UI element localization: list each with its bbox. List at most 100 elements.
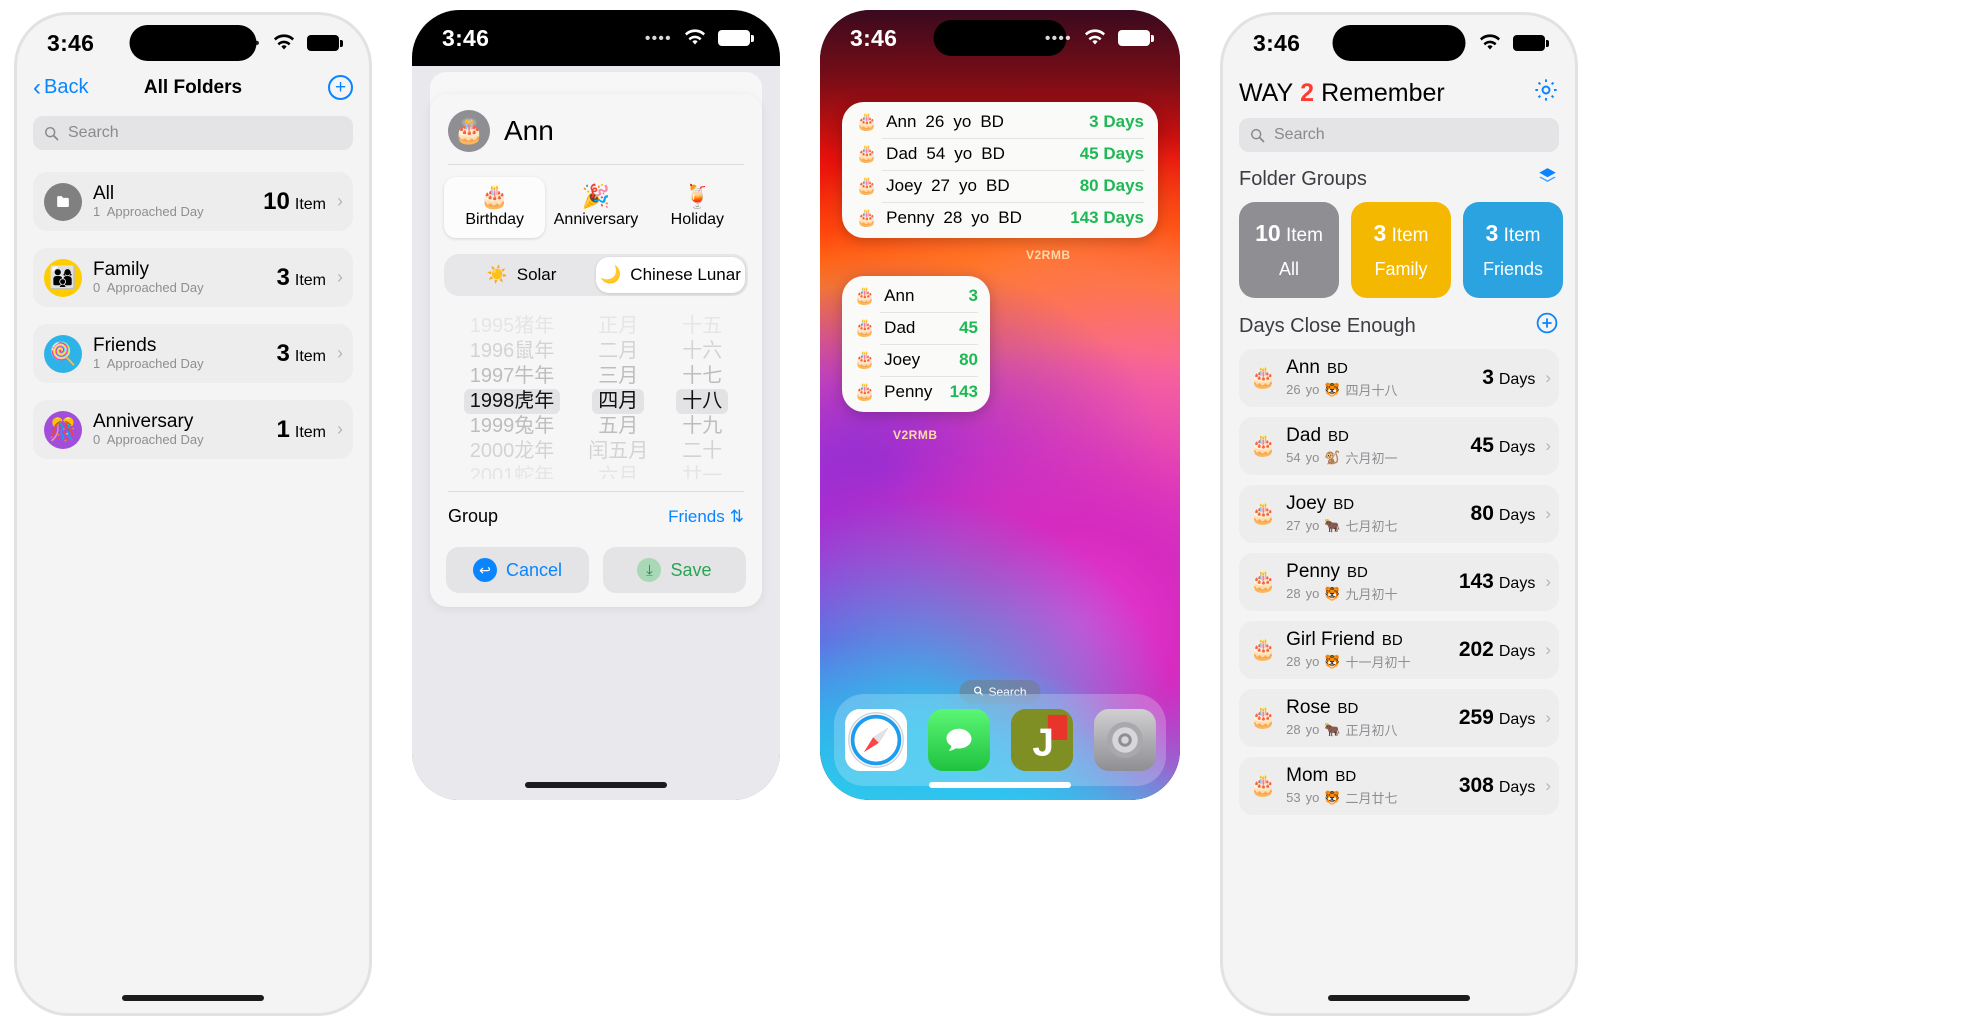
day-row[interactable]: 🎂 Joey BD 27 yo 🐂 七月初七 80 Days ›: [1239, 485, 1559, 543]
picker-item[interactable]: 十七: [676, 364, 728, 389]
segment-anniversary[interactable]: 🎉 Anniversary: [545, 177, 646, 238]
folder-group-card[interactable]: 3 Item Friends: [1463, 202, 1563, 298]
settings-app-icon[interactable]: [1093, 709, 1156, 771]
picker-item[interactable]: 2001蛇年: [464, 464, 561, 479]
folder-unit: Item: [294, 195, 326, 213]
widget-row: 🎂 Penny 143: [854, 376, 978, 408]
cancel-button[interactable]: ↩ Cancel: [446, 547, 589, 593]
picker-item[interactable]: 十六: [676, 339, 728, 364]
day-row[interactable]: 🎂 Ann BD 26 yo 🐯 四月十八 3 Days ›: [1239, 349, 1559, 407]
folder-group-card[interactable]: 3 Item Family: [1351, 202, 1451, 298]
picker-column-year[interactable]: 1995猪年 1996鼠年 1997牛年 1998虎年 1999兔年 2000龙…: [463, 314, 561, 479]
picker-item-selected[interactable]: 1998虎年: [463, 389, 561, 414]
safari-app-icon[interactable]: [844, 709, 907, 771]
cancel-label: Cancel: [505, 559, 563, 580]
picker-item[interactable]: 二十: [676, 439, 728, 464]
widget-birthdays-large[interactable]: 🎂 Ann 26 yo BD 3 Days 🎂 Dad 54 yo BD 45 …: [842, 102, 1158, 238]
group-row[interactable]: Group Friends ⇅: [430, 492, 762, 531]
wifi-icon: [1478, 34, 1502, 52]
add-folder-button[interactable]: +: [328, 75, 353, 100]
notes-app-icon[interactable]: J: [1010, 709, 1073, 771]
status-bar-panel2: 3:46 ••••: [412, 10, 780, 66]
entry-subtitle: 26 yo 🐯 四月十八: [1286, 381, 1398, 399]
folder-subtitle: 0 Approached Day: [93, 280, 204, 296]
picker-item[interactable]: 十九: [676, 414, 728, 439]
folder-unit: Item: [294, 347, 326, 365]
group-value-picker[interactable]: Friends ⇅: [668, 507, 744, 527]
plus-circle-icon[interactable]: [1535, 311, 1559, 341]
name-field[interactable]: Ann: [504, 115, 554, 147]
folder-row-anniversary[interactable]: 🎊 Anniversary 0 Approached Day 1 Item ›: [33, 400, 353, 459]
undo-icon: ↩: [472, 558, 497, 582]
day-row[interactable]: 🎂 Dad BD 54 yo 🐒 六月初一 45 Days ›: [1239, 417, 1559, 475]
widget-birthdays-small[interactable]: 🎂 Ann 3 🎂 Dad 45 🎂 Joey 80 🎂 Penny 143: [842, 276, 990, 412]
battery-icon: [307, 35, 343, 51]
segment-holiday[interactable]: 🍹 Holiday: [647, 177, 748, 238]
days-unit: Days: [1498, 507, 1536, 524]
widget-row: 🎂 Ann 3: [854, 280, 978, 312]
save-button[interactable]: ⤓ Save: [603, 547, 746, 593]
days-unit: Days: [1498, 643, 1536, 660]
folder-groups-carousel[interactable]: 10 Item All 3 Item Family 3 Item Friends…: [1223, 202, 1575, 298]
days-unit: Days: [1498, 439, 1536, 456]
picker-item[interactable]: 1999兔年: [464, 414, 561, 439]
segment-solar[interactable]: ☀️ Solar: [447, 257, 596, 293]
zodiac-icon: 🐒: [1324, 449, 1341, 465]
segment-birthday[interactable]: 🎂 Birthday: [444, 177, 546, 238]
widget-name: Ann: [884, 286, 915, 305]
picker-item-selected[interactable]: 十八: [676, 389, 729, 414]
picker-item[interactable]: 十五: [676, 314, 728, 339]
widget-days: 143 Days: [1070, 208, 1144, 227]
picker-item[interactable]: 闰五月: [582, 439, 654, 464]
status-time: 3:46: [1253, 29, 1301, 56]
plus-circle-icon: +: [328, 75, 353, 100]
lunar-date-picker[interactable]: 1995猪年 1996鼠年 1997牛年 1998虎年 1999兔年 2000龙…: [430, 314, 762, 479]
picker-item[interactable]: 五月: [592, 414, 644, 439]
folder-count: 3: [276, 263, 290, 291]
home-indicator: [525, 782, 667, 788]
picker-item[interactable]: 1996鼠年: [464, 339, 561, 364]
day-row[interactable]: 🎂 Mom BD 53 yo 🐯 二月廿七 308 Days ›: [1239, 757, 1559, 815]
tropical-drink-icon: 🍹: [683, 183, 712, 209]
days-count: 259: [1458, 706, 1494, 729]
picker-item[interactable]: 廿一: [676, 464, 728, 479]
days-count: 143: [1458, 570, 1494, 593]
widget-days: 80 Days: [1079, 176, 1144, 195]
layers-icon[interactable]: [1536, 165, 1559, 194]
cake-icon: 🎂: [1250, 638, 1277, 661]
picker-item[interactable]: 1995猪年: [464, 314, 561, 339]
day-row[interactable]: 🎂 Penny BD 28 yo 🐯 九月初十 143 Days ›: [1239, 553, 1559, 611]
cake-icon: 🎂: [854, 286, 876, 305]
day-row[interactable]: 🎂 Girl Friend BD 28 yo 🐯 十一月初十 202 Days ›: [1239, 621, 1559, 679]
picker-item[interactable]: 三月: [592, 364, 644, 389]
entry-subtitle: 28 yo 🐯 九月初十: [1286, 585, 1398, 603]
day-row[interactable]: 🎂 Rose BD 28 yo 🐂 正月初八 259 Days ›: [1239, 689, 1559, 747]
segment-label: Birthday: [465, 211, 525, 228]
picker-item[interactable]: 2000龙年: [464, 439, 561, 464]
days-count: 308: [1458, 774, 1494, 797]
section-title: Days Close Enough: [1239, 314, 1416, 337]
picker-item[interactable]: 正月: [592, 314, 644, 339]
status-time: 3:46: [47, 29, 95, 56]
segment-chinese-lunar[interactable]: 🌙 Chinese Lunar: [596, 257, 745, 293]
settings-gear-button[interactable]: [1533, 77, 1559, 110]
picker-item-selected[interactable]: 四月: [592, 389, 645, 414]
folder-row-all[interactable]: All 1 Approached Day 10 Item ›: [33, 172, 353, 231]
folder-count: 3: [276, 339, 290, 367]
search-input[interactable]: Search: [33, 116, 353, 150]
chevron-right-icon: ›: [337, 191, 343, 211]
folder-group-card[interactable]: 10 Item All: [1239, 202, 1339, 298]
folder-row-friends[interactable]: 🍭 Friends 1 Approached Day 3 Item ›: [33, 324, 353, 383]
folder-row-family[interactable]: 👨‍👩‍👦 Family 0 Approached Day 3 Item ›: [33, 248, 353, 307]
folder-icon: 👨‍👩‍👦: [44, 258, 82, 297]
search-input[interactable]: Search: [1239, 118, 1559, 152]
chevron-right-icon: ›: [337, 267, 343, 287]
picker-column-day[interactable]: 十五 十六 十七 十八 十九 二十 廿一: [676, 314, 729, 479]
picker-item[interactable]: 1997牛年: [464, 364, 561, 389]
picker-column-month[interactable]: 正月 二月 三月 四月 五月 闰五月 六月: [582, 314, 654, 479]
picker-item[interactable]: 二月: [592, 339, 644, 364]
group-count: 10 Item: [1255, 220, 1323, 246]
picker-item[interactable]: 六月: [592, 464, 644, 479]
party-popper-icon: 🎉: [581, 183, 611, 209]
messages-app-icon[interactable]: [927, 709, 990, 771]
